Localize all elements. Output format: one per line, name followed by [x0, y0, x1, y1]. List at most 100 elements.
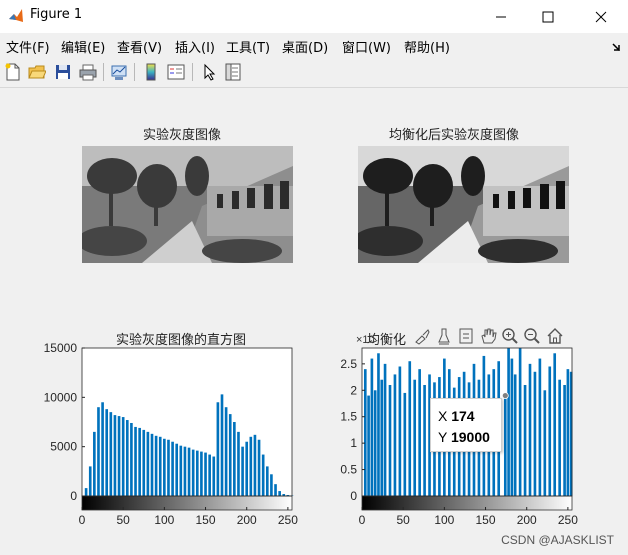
histogram-bar: [224, 407, 228, 496]
histogram-bar: [543, 390, 547, 496]
x-tick-label: 100: [434, 513, 454, 527]
menu-insert[interactable]: 插入(I): [175, 37, 215, 56]
save-button[interactable]: [52, 61, 74, 83]
equalized-grayscale-image: [358, 146, 569, 263]
link-plot-button[interactable]: [108, 61, 130, 83]
dock-arrow-icon[interactable]: [612, 42, 621, 51]
histogram-bar: [105, 409, 109, 496]
toolbar-separator: [103, 63, 104, 81]
y-tick-label: 0.5: [340, 463, 357, 477]
histogram-bar: [507, 348, 510, 496]
histogram-bar: [363, 369, 367, 496]
histogram-bar: [183, 446, 187, 496]
histogram-bar: [146, 431, 150, 496]
histogram-bar: [393, 374, 397, 496]
histogram-bar: [191, 449, 195, 496]
menu-file[interactable]: 文件(F): [6, 37, 50, 56]
histogram-bar: [558, 379, 561, 496]
histogram-bar: [130, 422, 133, 496]
figure-toolbar: [0, 57, 628, 88]
menu-view[interactable]: 查看(V): [117, 37, 162, 56]
histogram-bar: [241, 446, 244, 496]
new-figure-button[interactable]: [2, 61, 24, 83]
histogram-bar: [93, 431, 96, 496]
histogram-bar: [216, 402, 220, 496]
menu-window[interactable]: 窗口(W): [342, 37, 391, 56]
x-tick-label: 150: [476, 513, 496, 527]
histogram-bar: [212, 456, 216, 496]
y-tick-label: 0: [70, 489, 77, 503]
pointer-button[interactable]: [198, 61, 220, 83]
minimize-button[interactable]: [478, 0, 524, 33]
maximize-icon: [542, 11, 554, 22]
link-plot-icon: [111, 65, 127, 80]
toolbar-separator: [134, 63, 135, 81]
histogram-bar: [566, 369, 570, 496]
original-grayscale-image: [82, 146, 293, 263]
histogram-bar: [171, 441, 174, 496]
histogram-bar: [518, 348, 522, 496]
histogram-bar: [398, 366, 402, 496]
histogram-bar: [423, 385, 426, 496]
histogram-bar: [388, 385, 392, 496]
insert-colorbar-button[interactable]: [140, 61, 162, 83]
histogram-bar: [154, 435, 158, 496]
x-tick-label: 200: [517, 513, 537, 527]
data-tip-y-label: Y: [438, 429, 448, 445]
menu-help[interactable]: 帮助(H): [404, 37, 450, 56]
histogram-bar: [88, 466, 92, 496]
data-tip-y-row: Y 19000: [438, 429, 490, 445]
histogram-chart[interactable]: 0 50 100 150 200 250 0 5000 10000 15000: [40, 340, 300, 535]
print-button[interactable]: [77, 61, 99, 83]
histogram-bar: [513, 374, 517, 496]
save-icon: [56, 65, 70, 79]
y-tick-label: 1: [350, 436, 357, 450]
x-tick-label: 100: [154, 513, 174, 527]
data-tip-y-value: 19000: [450, 429, 490, 445]
histogram-bar: [383, 363, 387, 496]
menu-edit[interactable]: 编辑(E): [61, 37, 105, 56]
x-tick-label: 0: [359, 513, 366, 527]
histogram-bar: [167, 439, 170, 496]
histogram-bar: [109, 412, 113, 496]
histogram-bar: [237, 431, 240, 496]
histogram-bar: [413, 379, 417, 496]
data-tip-marker: [501, 392, 509, 399]
histogram-bar: [380, 379, 384, 496]
histogram-bar: [208, 454, 211, 496]
histogram-bar: [179, 445, 183, 496]
histogram-bar: [270, 474, 273, 496]
close-button[interactable]: [578, 0, 624, 33]
equalized-image-title: 均衡化后实验灰度图像: [389, 128, 520, 143]
histogram-bar: [187, 447, 191, 496]
histogram-bar: [134, 426, 137, 496]
histogram-bar: [563, 385, 566, 496]
histogram-bar: [228, 414, 232, 496]
maximize-button[interactable]: [525, 0, 571, 33]
x-tick-label: 50: [116, 513, 130, 527]
menu-tools[interactable]: 工具(T): [226, 37, 270, 56]
histogram-bar: [220, 394, 224, 496]
window-titlebar: Figure 1: [0, 0, 628, 33]
histogram-bar: [538, 358, 542, 496]
histogram-bar: [150, 433, 154, 496]
histogram-bar: [533, 371, 537, 496]
insert-colorbar-icon: [146, 63, 156, 81]
histogram-bar: [249, 436, 253, 496]
y-tick-label: 2.5: [340, 357, 357, 371]
property-inspector-icon: [225, 63, 241, 81]
histogram-bar: [373, 390, 377, 496]
x-tick-label: 250: [278, 513, 298, 527]
original-image-title: 实验灰度图像: [143, 128, 222, 143]
menu-desktop[interactable]: 桌面(D): [282, 37, 328, 56]
histogram-bar: [245, 441, 249, 496]
histogram-bar: [253, 434, 257, 496]
open-file-button[interactable]: [26, 61, 48, 83]
x-tick-label: 200: [237, 513, 257, 527]
insert-legend-button[interactable]: [165, 61, 187, 83]
x-tick-label: 150: [196, 513, 216, 527]
property-inspector-button[interactable]: [222, 61, 244, 83]
open-file-icon: [28, 65, 46, 79]
histogram-bar: [175, 443, 179, 496]
data-tip[interactable]: X 174 Y 19000: [430, 398, 502, 452]
